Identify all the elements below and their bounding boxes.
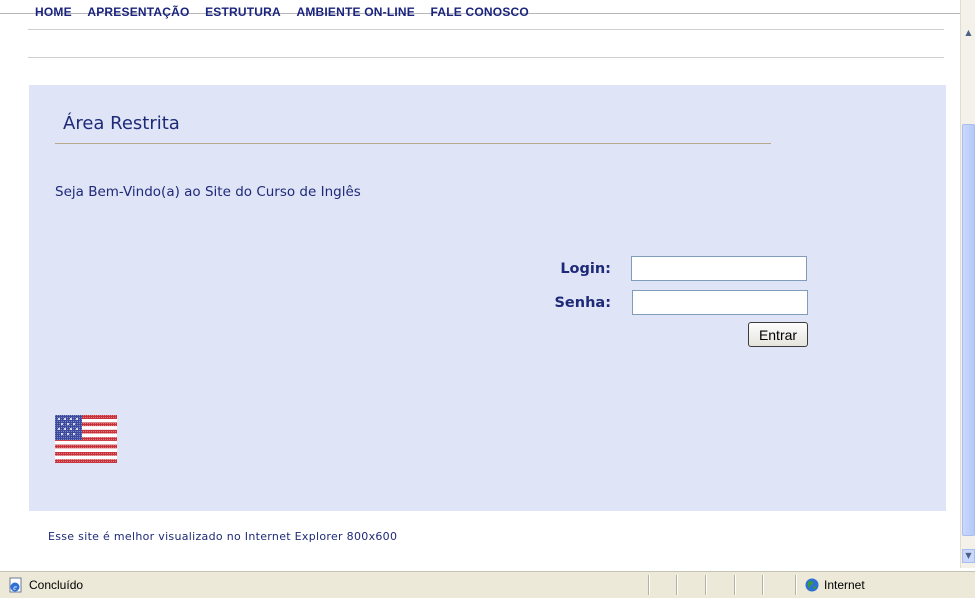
entrar-button[interactable]: Entrar <box>748 322 808 347</box>
security-zone-label: Internet <box>824 578 865 592</box>
nav-divider-top <box>28 29 944 30</box>
ie-page-icon: e <box>9 577 22 593</box>
scroll-down-arrow-icon[interactable]: ▼ <box>962 549 975 563</box>
status-separator <box>705 575 707 595</box>
page-title: Área Restrita <box>63 113 180 134</box>
globe-icon <box>805 578 819 592</box>
welcome-message: Seja Bem-Vindo(a) ao Site do Curso de In… <box>55 184 361 200</box>
status-separator <box>676 575 678 595</box>
browser-recommendation-note: Esse site é melhor visualizado no Intern… <box>48 530 398 543</box>
senha-input[interactable] <box>632 290 808 315</box>
nav-ambiente-online-link[interactable]: AMBIENTE ON-LINE <box>296 6 415 18</box>
browser-status-bar: e Concluído Internet <box>0 571 975 598</box>
top-nav: HOME APRESENTAÇÃO ESTRUTURA AMBIENTE ON-… <box>35 5 541 19</box>
status-separator <box>648 575 650 595</box>
status-separator <box>795 575 797 595</box>
login-input[interactable] <box>631 256 807 281</box>
nav-divider-bottom <box>28 57 944 58</box>
scroll-thumb[interactable] <box>962 124 975 536</box>
status-separator <box>762 575 764 595</box>
vertical-scrollbar[interactable]: ▲ ▼ <box>960 0 975 568</box>
restricted-area-panel: Área Restrita Seja Bem-Vindo(a) ao Site … <box>29 85 946 511</box>
nav-apresentacao-link[interactable]: APRESENTAÇÃO <box>87 6 189 18</box>
nav-estrutura-link[interactable]: ESTRUTURA <box>205 6 281 18</box>
senha-label: Senha: <box>554 295 611 311</box>
status-separator <box>734 575 736 595</box>
us-flag-icon <box>55 415 117 463</box>
svg-text:e: e <box>13 583 17 592</box>
login-label: Login: <box>560 261 611 277</box>
status-text: Concluído <box>29 578 84 592</box>
nav-fale-conosco-link[interactable]: FALE CONOSCO <box>431 6 529 18</box>
scroll-up-arrow-icon[interactable]: ▲ <box>961 26 975 40</box>
title-underline <box>55 143 771 144</box>
nav-home-link[interactable]: HOME <box>35 6 72 18</box>
